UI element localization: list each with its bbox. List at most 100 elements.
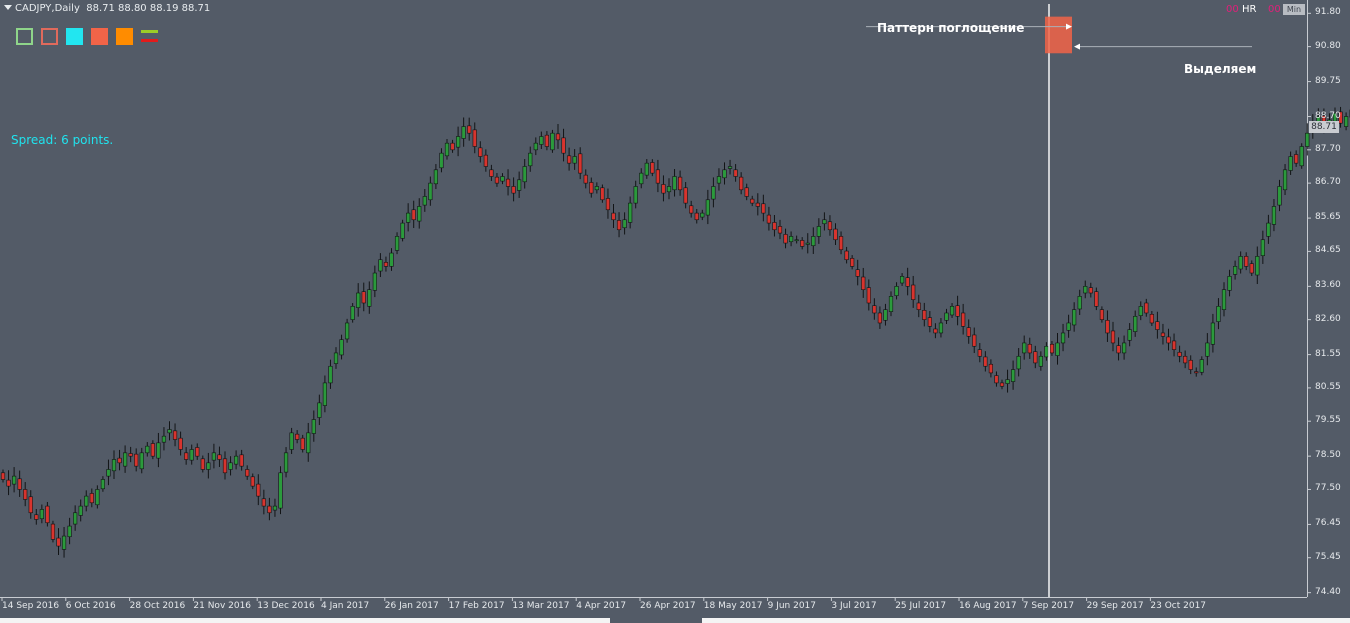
candle-body xyxy=(589,182,594,194)
tomato-box[interactable] xyxy=(91,28,108,45)
candle-body xyxy=(827,221,833,231)
candle-body xyxy=(489,169,494,177)
candle-body xyxy=(711,186,716,200)
candle-body xyxy=(256,483,261,497)
candle-body xyxy=(1016,355,1021,370)
horizontal-scrollbar-right[interactable] xyxy=(702,618,1350,623)
candle-body xyxy=(472,129,477,147)
candle-body xyxy=(744,187,749,197)
hr-counter-value: 00 xyxy=(1226,4,1239,15)
candle-body xyxy=(1171,340,1177,350)
candle-body xyxy=(84,495,89,507)
y-tick-label: 79.55 xyxy=(1315,415,1341,426)
candle-body xyxy=(899,276,905,284)
candle-body xyxy=(372,272,377,291)
y-tick-label: 87.70 xyxy=(1315,143,1341,154)
candle-body xyxy=(944,312,949,321)
y-tick-label: 81.55 xyxy=(1315,348,1341,359)
candle-body xyxy=(572,156,577,164)
candle-body xyxy=(517,179,522,191)
candle-body xyxy=(139,452,144,470)
candle-body xyxy=(511,186,516,194)
candle-body xyxy=(134,453,139,467)
horizontal-scrollbar-left[interactable] xyxy=(0,618,610,623)
candle-body xyxy=(417,206,422,222)
candle-body xyxy=(822,219,827,225)
candle-body xyxy=(406,212,411,223)
candle-body xyxy=(1133,316,1138,332)
candle-body xyxy=(772,222,777,231)
candle-body xyxy=(1060,332,1066,344)
candle-body xyxy=(283,452,289,473)
pattern-annotation: Паттерн поглощение xyxy=(877,21,1025,35)
red-outline-box[interactable] xyxy=(41,28,58,45)
candle-body xyxy=(172,430,178,440)
candle-body xyxy=(1288,156,1293,171)
candle-body xyxy=(1072,309,1077,326)
candle-body xyxy=(905,277,910,287)
candle-body xyxy=(783,234,788,244)
candle-body xyxy=(450,142,455,151)
chart-header: CADJPY,Daily 88.71 88.80 88.19 88.71 xyxy=(4,3,210,14)
candle-body xyxy=(1282,169,1288,191)
candle-body xyxy=(1205,342,1210,357)
candle-body xyxy=(733,169,738,177)
candle-body xyxy=(306,432,311,454)
green-outline-box[interactable] xyxy=(16,28,33,45)
x-tick-label: 6 Oct 2016 xyxy=(65,601,116,611)
y-tick-label: 90.80 xyxy=(1315,40,1341,51)
candle-body xyxy=(1160,332,1166,337)
candle-body xyxy=(128,453,133,457)
y-tick-label: 84.65 xyxy=(1315,245,1341,256)
y-tick-label: 91.80 xyxy=(1315,7,1341,18)
candle-body xyxy=(888,296,894,312)
candle-body xyxy=(1099,309,1104,320)
x-tick-label: 17 Feb 2017 xyxy=(448,601,505,611)
min-button[interactable]: Min xyxy=(1283,4,1305,15)
candle-body xyxy=(872,305,877,314)
x-tick-label: 14 Sep 2016 xyxy=(2,601,60,611)
candle-body xyxy=(1116,345,1121,354)
candle-body xyxy=(922,310,927,320)
candle-body xyxy=(1188,359,1193,370)
candle-body xyxy=(123,452,128,467)
price-chart[interactable] xyxy=(0,0,1350,623)
candle-body xyxy=(317,402,322,418)
candle-body xyxy=(1194,371,1199,374)
candle-body xyxy=(422,196,427,206)
candle-body xyxy=(539,136,544,145)
candle-body xyxy=(694,212,699,221)
candle-body xyxy=(1088,287,1093,294)
candle-body xyxy=(400,222,405,239)
dropdown-triangle-icon[interactable] xyxy=(4,5,12,10)
candle-body xyxy=(683,187,688,204)
current-price-label: 88.71 xyxy=(1309,121,1339,133)
candle-body xyxy=(73,512,78,525)
candle-body xyxy=(339,339,344,356)
candle-body xyxy=(877,312,882,324)
y-tick-label: 74.40 xyxy=(1315,586,1341,597)
candle-body xyxy=(311,419,316,434)
candle-body xyxy=(1210,322,1215,345)
candle-body xyxy=(633,186,638,204)
candle-body xyxy=(611,212,616,221)
orange-box[interactable] xyxy=(116,28,133,45)
candle-body xyxy=(1305,132,1310,147)
cyan-box[interactable] xyxy=(66,28,83,45)
y-tick-label: 77.50 xyxy=(1315,483,1341,494)
candle-body xyxy=(378,259,383,272)
candle-body xyxy=(866,287,871,304)
candle-body xyxy=(261,498,266,507)
line-pair-icon[interactable] xyxy=(141,28,158,45)
symbol-label: CADJPY,Daily xyxy=(15,3,80,14)
candle-body xyxy=(45,505,50,524)
candle-body xyxy=(911,284,916,300)
candle-body xyxy=(533,142,538,151)
candle-body xyxy=(78,505,83,516)
candle-body xyxy=(755,202,760,207)
candle-body xyxy=(117,457,122,464)
candle-body xyxy=(999,382,1005,387)
candle-body xyxy=(716,176,722,184)
candle-body xyxy=(1083,286,1088,294)
x-tick-label: 18 May 2017 xyxy=(703,601,763,611)
